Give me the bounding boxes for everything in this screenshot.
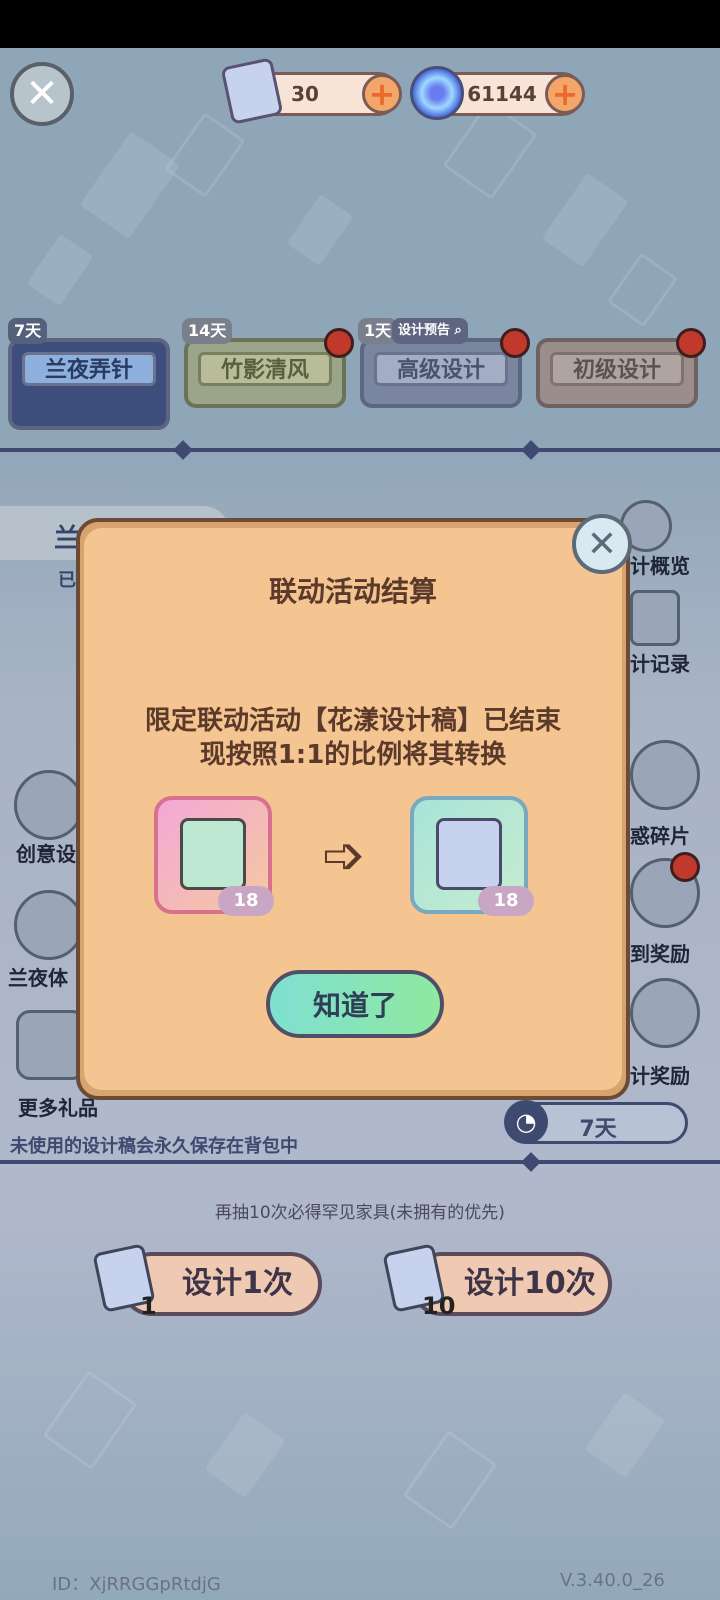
arrow-right-icon: ➩	[322, 826, 366, 886]
design-scroll-icon	[220, 57, 284, 125]
divider-marker	[521, 1152, 541, 1172]
tab-advanced-design[interactable]: 高级设计	[360, 338, 522, 408]
bg-diamond	[584, 1391, 666, 1479]
tab-zhuying[interactable]: 竹影清风	[184, 338, 346, 408]
dialog-message-line2: 现按照1:1的比例将其转换	[199, 740, 507, 770]
close-icon: ✕	[586, 523, 618, 565]
creative-design-label: 创意设	[16, 842, 76, 866]
design-once-cost: 1	[140, 1292, 157, 1320]
divider-marker	[173, 440, 193, 460]
bg-diamond	[79, 130, 181, 240]
bg-diamond	[402, 1430, 498, 1530]
tab-basic-design[interactable]: 初级设计	[536, 338, 698, 408]
storage-note: 未使用的设计稿会永久保存在背包中	[10, 1136, 298, 1157]
tab-label: 兰夜弄针	[22, 352, 156, 386]
ok-button[interactable]: 知道了	[266, 970, 444, 1038]
dialog-message-line1: 限定联动活动【花漾设计稿】已结束	[144, 706, 561, 736]
cumulative-reward-icon[interactable]	[630, 978, 700, 1048]
hello-kitty-scroll-icon	[180, 818, 246, 890]
search-icon: ⌕	[454, 323, 462, 338]
design-preview-label: 设计预告	[398, 323, 451, 338]
pity-note: 再抽10次必得罕见家具(未拥有的优先)	[215, 1203, 505, 1223]
to-count-badge: 18	[478, 886, 534, 916]
lanye-experience-label: 兰夜体	[8, 966, 68, 990]
creative-design-icon[interactable]	[14, 770, 84, 840]
design-ten-cost: 10	[422, 1292, 456, 1320]
design-ten-label: 设计10次	[464, 1266, 596, 1301]
notification-dot	[676, 328, 706, 358]
inspiration-fragment-label: 惑碎片	[630, 824, 690, 848]
bg-diamond	[541, 172, 629, 268]
divider	[0, 1160, 720, 1164]
design-once-label: 设计1次	[182, 1266, 293, 1301]
bg-diamond	[164, 111, 246, 199]
tab-label: 初级设计	[550, 352, 684, 386]
bg-diamond	[606, 252, 679, 328]
divider-marker	[521, 440, 541, 460]
bg-diamond	[42, 1370, 138, 1470]
fragment-icon[interactable]	[630, 740, 700, 810]
bg-diamond	[204, 1411, 286, 1499]
dialog-close-button[interactable]: ✕	[572, 514, 632, 574]
event-status-text: 已	[58, 570, 76, 591]
swirl-count: 61144	[467, 82, 537, 106]
close-icon[interactable]: ✕	[10, 62, 74, 126]
tab-lanye[interactable]: 兰夜弄针	[8, 338, 170, 430]
notification-dot	[324, 328, 354, 358]
bg-diamond	[286, 193, 354, 267]
dialog-title: 联动活动结算	[268, 575, 437, 608]
clock-icon: ◔	[504, 1100, 548, 1144]
design-scroll-icon	[436, 818, 502, 890]
tab-label: 高级设计	[374, 352, 508, 386]
divider	[0, 448, 720, 452]
notification-dot	[670, 852, 700, 882]
from-count-badge: 18	[218, 886, 274, 916]
add-swirl-button[interactable]: +	[545, 74, 585, 114]
checkin-reward-label: 到奖励	[630, 942, 690, 966]
status-bar	[0, 0, 720, 48]
add-design-scroll-button[interactable]: +	[362, 74, 402, 114]
version-label: V.3.40.0_26	[560, 1570, 665, 1591]
clipboard-icon[interactable]	[630, 590, 680, 646]
design-overview-label: 计概览	[630, 554, 690, 578]
swirl-icon	[410, 66, 464, 120]
notification-dot	[500, 328, 530, 358]
design-record-label: 计记录	[630, 652, 690, 676]
lanye-experience-icon[interactable]	[14, 890, 84, 960]
cumulative-reward-label: 计奖励	[630, 1064, 690, 1088]
bg-diamond	[26, 233, 94, 307]
tab-label: 竹影清风	[198, 352, 332, 386]
days-badge: 14天	[182, 318, 233, 344]
days-badge: 7天	[8, 318, 48, 344]
design-preview-badge[interactable]: 设计预告 ⌕	[392, 318, 468, 344]
player-id: ID：XjRRGGpRtdjG	[52, 1574, 221, 1595]
